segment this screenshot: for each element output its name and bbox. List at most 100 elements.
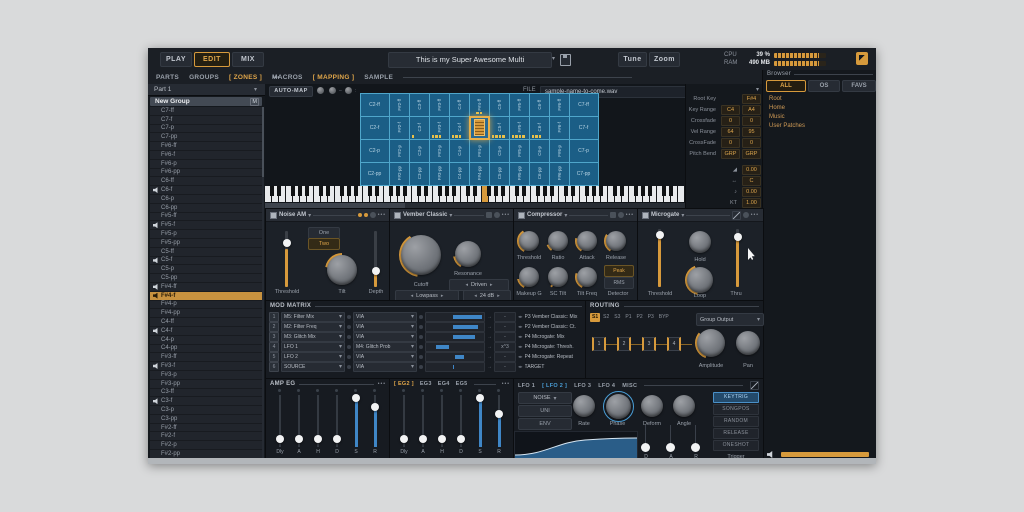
save-icon[interactable] (560, 54, 571, 66)
mod-source-select[interactable]: M3: Glitch Mix▾ (281, 332, 345, 342)
piano-key-black[interactable] (445, 186, 449, 196)
eg-slider[interactable]: H (308, 393, 328, 453)
zone-list-item[interactable]: C6-pp (150, 204, 262, 213)
zone-cell-F#5-p[interactable]: F#5-p (509, 139, 530, 163)
zone-cell-C7-ff[interactable]: C7-ff (569, 93, 599, 117)
mod-step-icons[interactable]: ◂▸ (518, 334, 523, 340)
zone-cell-C3-f[interactable]: C3-f (409, 116, 430, 140)
zone-list-item[interactable]: C6-p (150, 195, 262, 204)
lfo-trigger-mode[interactable]: ONESHOT (713, 440, 759, 451)
piano-key-black[interactable] (305, 186, 309, 196)
zone-cell-C5-f[interactable]: C5-f (489, 116, 510, 140)
mix-tab[interactable]: MIX (232, 52, 264, 67)
piano-key-black[interactable] (585, 186, 589, 196)
zone-list-item[interactable]: C3-p (150, 406, 262, 415)
browser-tree-item[interactable]: Music (763, 113, 876, 122)
param-value-low[interactable]: 0 (721, 116, 740, 126)
piano-key-black[interactable] (641, 186, 645, 196)
zone-cell-F#3-p[interactable]: F#3-p (429, 139, 450, 163)
angle-knob[interactable] (671, 393, 697, 419)
module-dropdown-icon[interactable]: ▾ (681, 212, 684, 219)
mod-depth-slider[interactable] (425, 362, 485, 372)
mod-dot-button[interactable] (347, 355, 351, 359)
zone-cell-C3-ff[interactable]: C3-ff (409, 93, 430, 117)
param-value[interactable]: C (742, 176, 761, 186)
mapping-nav-tab[interactable]: SAMPLE (364, 74, 393, 81)
eg-slider[interactable]: Dly (394, 393, 414, 453)
zone-list-item[interactable]: C5-pp (150, 274, 262, 283)
lfo-r-slider[interactable]: R (690, 425, 702, 455)
eg-tab[interactable]: EG4 (438, 381, 450, 387)
mod-step-icons[interactable]: ◂▸ (518, 314, 523, 320)
routing-tab[interactable]: S1 (590, 313, 600, 322)
mod-dot-button[interactable] (347, 345, 351, 349)
mapping-nav-tab[interactable]: MACROS (272, 74, 303, 81)
mod-dot-button[interactable] (347, 315, 351, 319)
mod-dot-button[interactable] (419, 365, 423, 369)
auto-map-button[interactable]: AUTO-MAP (269, 86, 313, 97)
zone-list-item[interactable]: C4-ff (150, 318, 262, 327)
mod-dot-button[interactable] (419, 355, 423, 359)
zone-cell-F#4-p[interactable]: F#4-p (469, 139, 490, 163)
eg-slider[interactable]: D (327, 393, 347, 453)
zone-list-item[interactable]: C4-p (150, 336, 262, 345)
zone-list-item[interactable]: F#5-f (150, 221, 262, 230)
zone-cell-C5-pp[interactable]: C5-pp (489, 162, 510, 186)
param-value-high[interactable]: 0 (742, 116, 761, 126)
loop-knob[interactable] (685, 265, 715, 295)
zone-list-item[interactable]: F#3-f (150, 362, 262, 371)
mod-target-select[interactable]: P3 Vember Classic: Mix (525, 314, 583, 320)
zone-cell-C4-f[interactable]: C4-f (449, 116, 470, 140)
piano-key-black[interactable] (662, 186, 666, 196)
zone-cell-F#6-f[interactable]: F#6-f (549, 116, 570, 140)
lfo-tab[interactable]: LFO 3 (574, 383, 591, 389)
map-knob-icon[interactable] (345, 87, 352, 94)
module-enable-checkbox[interactable] (642, 212, 649, 219)
eg-slider[interactable]: A (289, 393, 309, 453)
zone-list-item[interactable]: C3-pp (150, 415, 262, 424)
param-value-low[interactable]: C4 (721, 105, 740, 115)
zone-cell-F#2-p[interactable]: F#2-p (389, 139, 410, 163)
routing-tab[interactable]: P3 (646, 313, 656, 322)
eg-slider[interactable]: H (432, 393, 452, 453)
zone-cell-C6-pp[interactable]: C6-pp (529, 162, 550, 186)
map-knob-icon[interactable] (329, 87, 336, 94)
mod-dot-button[interactable] (347, 335, 351, 339)
eg-tab[interactable]: EG3 (420, 381, 432, 387)
speaker-icon[interactable] (767, 451, 774, 458)
pan-knob[interactable] (734, 329, 762, 357)
lfo-tab[interactable]: MISC (622, 383, 637, 389)
routing-block[interactable]: 4 (667, 337, 681, 351)
mod-via-select[interactable]: M4: Glitch Prob▾ (353, 342, 417, 352)
lfo-shape-select[interactable]: NOISE▾ (518, 392, 572, 404)
zone-list-item[interactable]: C5-f (150, 257, 262, 266)
mod-dot-button[interactable] (419, 315, 423, 319)
routing-block[interactable]: 2 (617, 337, 631, 351)
edit-tab[interactable]: EDIT (194, 52, 230, 67)
comp-attack-knob[interactable] (575, 229, 599, 253)
zone-cell-C5-p[interactable]: C5-p (489, 139, 510, 163)
module-menu-icon[interactable]: ••• (378, 212, 386, 218)
amplitude-knob[interactable] (695, 327, 727, 359)
mod-source-select[interactable]: M5: Filter Mix▾ (281, 312, 345, 322)
zone-cell-F#2-pp[interactable]: F#2-pp (389, 162, 410, 186)
zone-list-item[interactable]: F#2-ff (150, 424, 262, 433)
hold-knob[interactable] (687, 229, 713, 255)
routing-tab[interactable]: S2 (601, 313, 611, 322)
mod-source-select[interactable]: LFO 1▾ (281, 342, 345, 352)
zone-cell-F#2-f[interactable]: F#2-f (389, 116, 410, 140)
uni-button[interactable]: UNI (518, 405, 572, 417)
mod-target-select[interactable]: P4 Microgate: Thresh. (525, 344, 583, 350)
piano-key-black[interactable] (354, 186, 358, 196)
part-dropdown-icon[interactable]: ▾ (254, 86, 257, 93)
browser-tab-favs[interactable]: FAVS (842, 80, 876, 92)
zone-cell-F#4-pp[interactable]: F#4-pp (469, 162, 490, 186)
map-knob-icon[interactable] (317, 87, 324, 94)
mod-via-select[interactable]: VIA▾ (353, 322, 417, 332)
comp-release-knob[interactable] (604, 229, 628, 253)
piano-key-black[interactable] (403, 186, 407, 196)
module-enable-checkbox[interactable] (270, 212, 277, 219)
module-badge-icon[interactable] (364, 213, 368, 217)
browser-tree-item[interactable]: Home (763, 104, 876, 113)
zone-cell-F#6-p[interactable]: F#6-p (549, 139, 570, 163)
